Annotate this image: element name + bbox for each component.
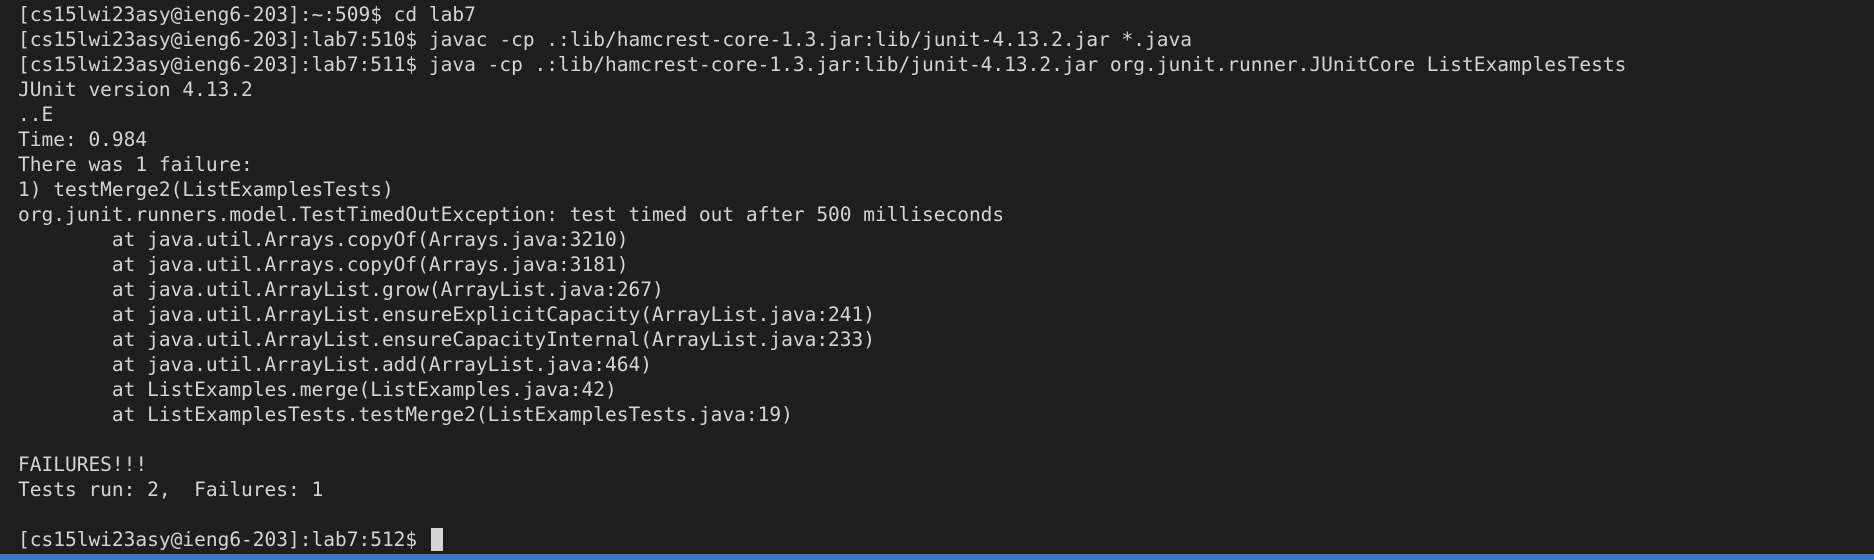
terminal-line: FAILURES!!! [18,453,148,476]
stack-trace-line: at java.util.ArrayList.ensureCapacityInt… [18,328,876,351]
stack-trace-line: at java.util.Arrays.copyOf(Arrays.java:3… [18,228,629,251]
terminal-line: [cs15lwi23asy@ieng6-203]:lab7:510$ javac… [18,28,1192,51]
prompt-line[interactable]: [cs15lwi23asy@ieng6-203]:lab7:512$ [18,527,1874,552]
terminal-window[interactable]: [cs15lwi23asy@ieng6-203]:~:509$ cd lab7 … [0,0,1874,560]
terminal-line: [cs15lwi23asy@ieng6-203]:lab7:511$ java … [18,53,1627,76]
terminal-line: org.junit.runners.model.TestTimedOutExce… [18,203,1005,226]
terminal-line: [cs15lwi23asy@ieng6-203]:~:509$ cd lab7 [18,3,476,26]
terminal-line: Time: 0.984 [18,128,148,151]
stack-trace-line: at ListExamples.merge(ListExamples.java:… [18,378,617,401]
stack-trace-line: at java.util.ArrayList.add(ArrayList.jav… [18,353,652,376]
terminal-line: 1) testMerge2(ListExamplesTests) [18,178,394,201]
terminal-line: There was 1 failure: [18,153,253,176]
terminal-line: Tests run: 2, Failures: 1 [18,478,324,501]
stack-trace-line: at java.util.ArrayList.ensureExplicitCap… [18,303,876,326]
shell-prompt: [cs15lwi23asy@ieng6-203]:lab7:512$ [18,528,429,551]
terminal-line: JUnit version 4.13.2 [18,78,253,101]
stack-trace-line: at java.util.Arrays.copyOf(Arrays.java:3… [18,253,629,276]
stack-trace-line: at java.util.ArrayList.grow(ArrayList.ja… [18,278,664,301]
status-bar [0,554,1874,560]
stack-trace-line: at ListExamplesTests.testMerge2(ListExam… [18,403,793,426]
text-cursor [430,528,443,551]
terminal-line: ..E [18,103,54,126]
